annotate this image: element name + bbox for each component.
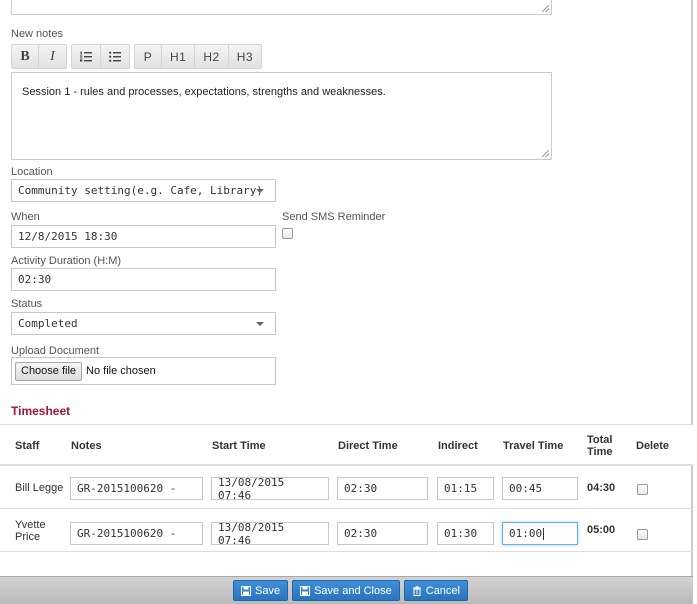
unordered-list-button[interactable]	[101, 44, 130, 69]
previous-notes-textarea[interactable]	[11, 0, 552, 15]
header-staff: Staff	[15, 440, 40, 452]
duration-input[interactable]: 02:30	[11, 268, 276, 291]
direct-time-input[interactable]: 02:30	[337, 522, 428, 545]
status-value: Completed	[18, 317, 78, 330]
notes-value: GR-2015100620 -	[77, 482, 177, 495]
italic-button[interactable]: I	[39, 44, 67, 69]
activity-form: New notes B I P H1 H2 H3 Session 1 - rul…	[0, 0, 693, 604]
notes-content: Session 1 - rules and processes, expecta…	[22, 86, 386, 98]
cancel-button[interactable]: Cancel	[403, 580, 468, 601]
paragraph-button[interactable]: P	[134, 44, 162, 69]
total-time: 05:00	[587, 524, 616, 536]
bold-button[interactable]: B	[11, 44, 39, 69]
total-time: 04:30	[587, 482, 616, 494]
upload-field: Choose file No file chosen	[11, 357, 276, 385]
header-start-time: Start Time	[212, 440, 266, 452]
travel-time-value: 00:45	[509, 482, 543, 495]
header-travel-time: Travel Time	[503, 440, 564, 452]
chevron-down-icon	[256, 189, 264, 193]
delete-checkbox[interactable]	[637, 484, 648, 495]
location-select[interactable]: Community setting(e.g. Cafe, Library)	[11, 179, 276, 202]
notes-input[interactable]: GR-2015100620 -	[70, 477, 203, 500]
header-notes: Notes	[71, 440, 102, 452]
resize-grip-icon[interactable]	[542, 5, 549, 12]
heading2-button[interactable]: H2	[195, 44, 229, 69]
start-time-input[interactable]: 13/08/2015 07:46	[211, 475, 329, 502]
travel-time-input[interactable]: 00:45	[502, 477, 578, 500]
unordered-list-icon	[109, 51, 121, 62]
trash-icon	[412, 585, 421, 596]
table-row: Bill Legge GR-2015100620 - 13/08/2015 07…	[0, 467, 693, 509]
travel-time-input[interactable]: 01:00	[502, 522, 578, 545]
choose-file-button[interactable]: Choose file	[15, 361, 83, 381]
header-total-line2: Time	[587, 446, 613, 458]
start-time-value: 13/08/2015 07:46	[218, 475, 285, 502]
resize-grip-icon[interactable]	[542, 150, 549, 157]
direct-time-value: 02:30	[344, 482, 378, 495]
duration-value: 02:30	[18, 273, 52, 286]
floppy-disk-icon	[300, 585, 311, 596]
timesheet-header: Staff Notes Start Time Direct Time Indir…	[0, 424, 693, 466]
sms-reminder-label: Send SMS Reminder	[282, 211, 386, 223]
indirect-time-input[interactable]: 01:15	[437, 477, 494, 500]
indirect-time-input[interactable]: 01:30	[437, 522, 494, 545]
ordered-list-button[interactable]	[71, 44, 101, 69]
save-label: Save	[255, 584, 281, 597]
indirect-time-value: 01:30	[444, 527, 478, 540]
travel-time-value: 01:00	[509, 527, 543, 540]
staff-name: Bill Legge	[15, 482, 64, 494]
cancel-label: Cancel	[425, 584, 460, 597]
delete-checkbox[interactable]	[637, 529, 648, 540]
notes-input[interactable]: GR-2015100620 -	[70, 522, 203, 545]
location-label: Location	[11, 166, 53, 178]
status-label: Status	[11, 298, 43, 310]
duration-label: Activity Duration (H:M)	[11, 255, 122, 267]
floppy-disk-icon	[241, 585, 251, 596]
header-total-line1: Total	[587, 434, 613, 446]
staff-name: Yvette	[15, 519, 46, 531]
editor-toolbar: B I P H1 H2 H3	[11, 44, 263, 69]
header-delete: Delete	[636, 440, 670, 452]
notes-value: GR-2015100620 -	[77, 527, 177, 540]
heading3-button[interactable]: H3	[228, 44, 263, 69]
save-button[interactable]: Save	[233, 580, 289, 601]
save-and-close-label: Save and Close	[314, 584, 392, 597]
save-and-close-button[interactable]: Save and Close	[292, 580, 400, 601]
direct-time-value: 02:30	[344, 527, 378, 540]
ordered-list-icon	[80, 51, 92, 62]
when-label: When	[11, 211, 40, 223]
new-notes-label: New notes	[11, 28, 63, 40]
start-time-value: 13/08/2015 07:46	[218, 520, 285, 547]
sms-reminder-checkbox[interactable]	[282, 228, 293, 239]
chevron-down-icon	[256, 322, 264, 326]
notes-editor[interactable]: Session 1 - rules and processes, expecta…	[11, 72, 552, 160]
status-select[interactable]: Completed	[11, 312, 276, 335]
direct-time-input[interactable]: 02:30	[337, 477, 428, 500]
upload-label: Upload Document	[11, 345, 100, 357]
header-indirect: Indirect	[438, 440, 478, 452]
timesheet-title: Timesheet	[11, 404, 71, 418]
heading1-button[interactable]: H1	[162, 44, 196, 69]
when-input[interactable]: 12/8/2015 18:30	[11, 225, 276, 248]
header-direct-time: Direct Time	[338, 440, 398, 452]
when-value: 12/8/2015 18:30	[18, 230, 118, 243]
start-time-input[interactable]: 13/08/2015 07:46	[211, 520, 329, 547]
table-row: Yvette Price GR-2015100620 - 13/08/2015 …	[0, 510, 693, 552]
staff-name-line2: Price	[15, 531, 41, 543]
text-caret	[543, 527, 545, 540]
location-value: Community setting(e.g. Cafe, Library)	[18, 184, 264, 197]
file-status: No file chosen	[86, 365, 156, 377]
form-footer: Save Save and Close Cancel	[0, 576, 693, 604]
indirect-time-value: 01:15	[444, 482, 478, 495]
